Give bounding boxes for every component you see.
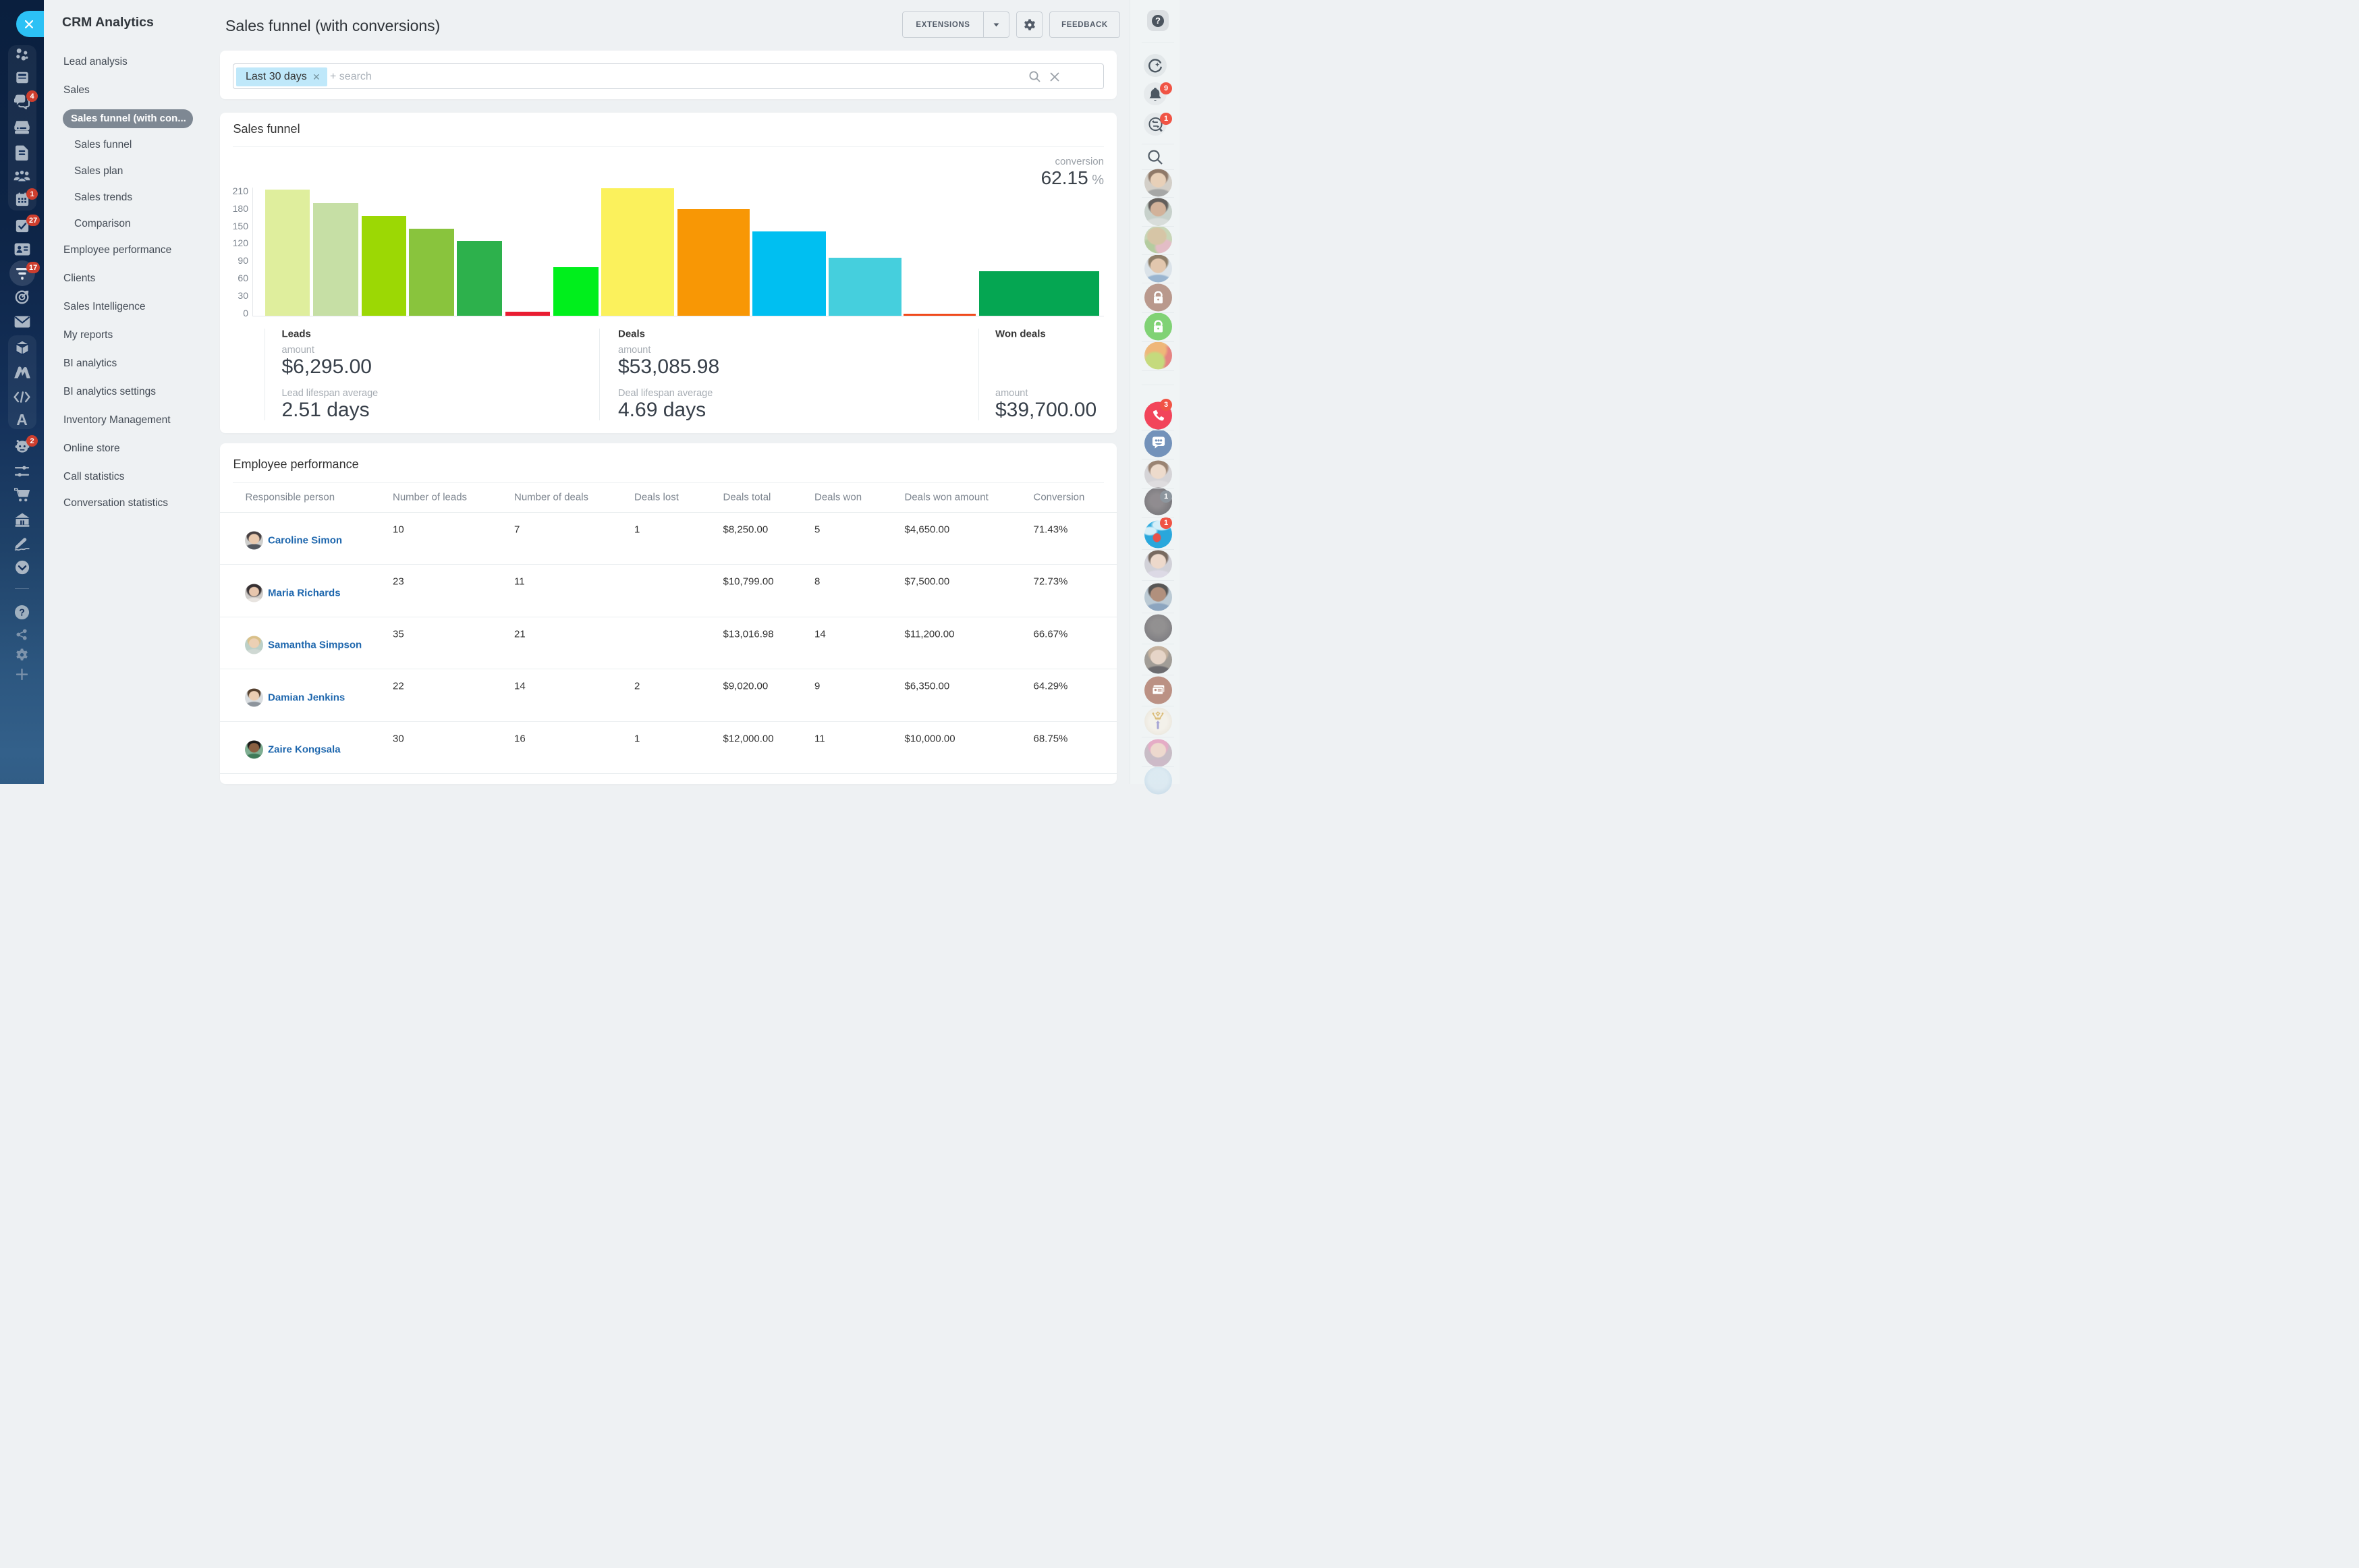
- svg-text:?: ?: [19, 607, 25, 618]
